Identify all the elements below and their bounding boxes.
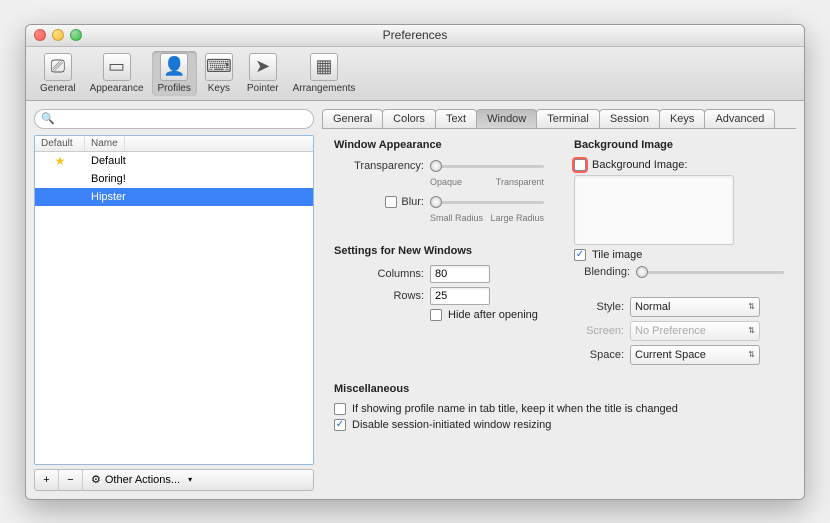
toolbar: ⎚General ▭Appearance 👤Profiles ⌨Keys ➤Po…: [26, 47, 804, 101]
list-item[interactable]: ★Default: [35, 152, 313, 170]
blending-slider[interactable]: [636, 265, 784, 279]
space-label: Space:: [574, 349, 624, 361]
section-bg: Background Image: [574, 139, 784, 151]
tab-bar: General Colors Text Window Terminal Sess…: [322, 109, 796, 129]
toolbar-general[interactable]: ⎚General: [34, 51, 82, 96]
columns-field[interactable]: [430, 265, 490, 283]
pointer-icon: ➤: [249, 53, 277, 81]
bg-image-label: Background Image:: [592, 159, 687, 171]
star-icon: ★: [55, 154, 66, 168]
list-item[interactable]: Boring!: [35, 170, 313, 188]
blending-label: Blending:: [574, 266, 630, 278]
window-icon: ▭: [103, 53, 131, 81]
toolbar-arrangements[interactable]: ▦Arrangements: [287, 51, 362, 96]
toolbar-profiles[interactable]: 👤Profiles: [152, 51, 197, 96]
tab-text[interactable]: Text: [435, 109, 477, 128]
grid-icon: ▦: [310, 53, 338, 81]
remove-button[interactable]: −: [59, 470, 83, 490]
rows-label: Rows:: [334, 290, 424, 302]
tile-label: Tile image: [592, 249, 642, 261]
add-button[interactable]: +: [35, 470, 59, 490]
toolbar-keys[interactable]: ⌨Keys: [199, 51, 239, 96]
list-header: Default Name: [35, 136, 313, 152]
section-new-windows: Settings for New Windows: [334, 245, 544, 257]
preferences-window: Preferences ⎚General ▭Appearance 👤Profil…: [25, 24, 805, 500]
keep-title-label: If showing profile name in tab title, ke…: [352, 403, 678, 415]
window-title: Preferences: [26, 28, 804, 42]
tab-window[interactable]: Window: [476, 109, 537, 128]
other-actions-select[interactable]: ⚙Other Actions...▾: [83, 473, 200, 486]
screen-label: Screen:: [574, 325, 624, 337]
profiles-sidebar: 🔍 Default Name ★Default Boring! Hipster …: [34, 109, 314, 491]
titlebar[interactable]: Preferences: [26, 25, 804, 47]
section-misc: Miscellaneous: [334, 383, 784, 395]
style-select[interactable]: Normal⇅: [630, 297, 760, 317]
profiles-list[interactable]: Default Name ★Default Boring! Hipster: [34, 135, 314, 465]
tab-general[interactable]: General: [322, 109, 383, 128]
tab-advanced[interactable]: Advanced: [704, 109, 775, 128]
person-icon: 👤: [160, 53, 188, 81]
rows-field[interactable]: [430, 287, 490, 305]
tile-checkbox[interactable]: ✓: [574, 249, 586, 261]
search-icon: 🔍: [41, 112, 55, 125]
tab-keys[interactable]: Keys: [659, 109, 705, 128]
list-item[interactable]: Hipster: [35, 188, 313, 206]
chevron-updown-icon: ⇅: [748, 302, 755, 311]
search-input[interactable]: 🔍: [34, 109, 314, 129]
toolbar-pointer[interactable]: ➤Pointer: [241, 51, 285, 96]
transparency-slider[interactable]: [430, 159, 544, 173]
list-footer: + − ⚙Other Actions...▾: [34, 469, 314, 491]
screen-select: No Preference⇅: [630, 321, 760, 341]
bg-image-well[interactable]: [574, 175, 734, 245]
disable-resize-checkbox[interactable]: ✓: [334, 419, 346, 431]
blur-slider[interactable]: [430, 195, 544, 209]
tab-terminal[interactable]: Terminal: [536, 109, 600, 128]
tab-colors[interactable]: Colors: [382, 109, 436, 128]
keyboard-icon: ⌨: [205, 53, 233, 81]
blur-label: Blur:: [401, 196, 424, 208]
toolbar-appearance[interactable]: ▭Appearance: [84, 51, 150, 96]
tab-session[interactable]: Session: [599, 109, 660, 128]
hide-label: Hide after opening: [448, 309, 538, 321]
section-appearance: Window Appearance: [334, 139, 544, 151]
columns-label: Columns:: [334, 268, 424, 280]
disable-resize-label: Disable session-initiated window resizin…: [352, 419, 551, 431]
bg-image-checkbox[interactable]: [574, 159, 586, 171]
space-select[interactable]: Current Space⇅: [630, 345, 760, 365]
transparency-label: Transparency:: [334, 160, 424, 172]
chevron-updown-icon: ⇅: [748, 326, 755, 335]
style-label: Style:: [574, 301, 624, 313]
hide-checkbox[interactable]: [430, 309, 442, 321]
keep-title-checkbox[interactable]: [334, 403, 346, 415]
chevron-updown-icon: ⇅: [748, 350, 755, 359]
gear-icon: ⚙: [91, 473, 101, 486]
blur-checkbox[interactable]: [385, 196, 397, 208]
main-pane: General Colors Text Window Terminal Sess…: [322, 109, 796, 491]
chevron-down-icon: ▾: [188, 475, 192, 484]
slider-icon: ⎚: [44, 53, 72, 81]
